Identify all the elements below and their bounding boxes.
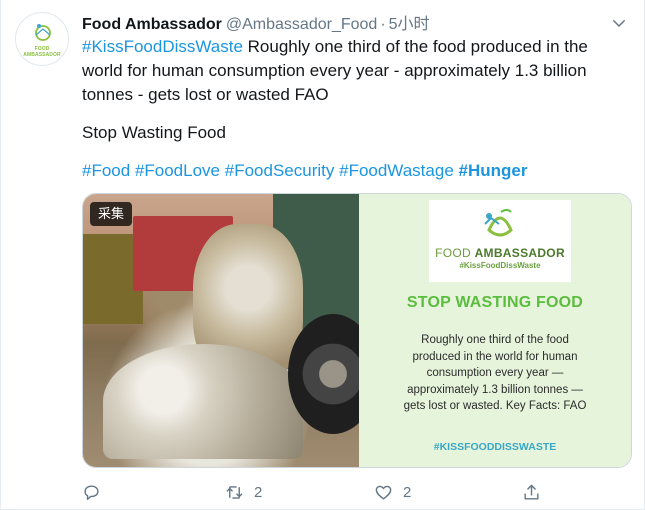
hashtag-link[interactable]: #KissFoodDissWaste	[82, 37, 243, 56]
heart-icon	[375, 485, 392, 500]
share-icon	[524, 484, 539, 500]
card-logo: FOOD AMBASSADOR #KissFoodDissWaste	[429, 200, 571, 282]
like-button[interactable]: 2	[374, 481, 411, 503]
card-brand-name: FOOD AMBASSADOR	[429, 246, 571, 260]
hashtag-link[interactable]: #FoodLove	[135, 161, 220, 180]
reply-icon	[84, 484, 99, 500]
card-title: STOP WASTING FOOD	[406, 294, 584, 311]
user-handle[interactable]: @Ambassador_Food	[226, 16, 377, 33]
tweet-actions: 2 2	[82, 481, 552, 503]
tweet-timestamp[interactable]: 5小时	[389, 16, 430, 33]
retweet-count: 2	[254, 483, 263, 501]
info-card[interactable]: FOOD AMBASSADOR #KissFoodDissWaste STOP …	[359, 194, 631, 467]
avatar-logo-icon	[35, 24, 51, 41]
food-ambassador-logo-icon	[484, 209, 513, 237]
like-count: 2	[403, 483, 412, 501]
retweet-button[interactable]: 2	[225, 481, 262, 503]
hashtag-link[interactable]: #Hunger	[459, 161, 528, 180]
hashtag-link[interactable]: #FoodWastage	[339, 161, 454, 180]
tweet-paragraph-second: Stop Wasting Food	[82, 123, 226, 142]
share-button[interactable]	[522, 481, 551, 503]
avatar-brand-text: FOOD AMBASSADOR	[23, 46, 61, 58]
card-brand-light: FOOD	[435, 246, 475, 260]
hashtag-link[interactable]: #FoodSecurity	[225, 161, 335, 180]
tweet-text: #KissFoodDissWaste Roughly one third of …	[82, 35, 627, 197]
display-name[interactable]: Food Ambassador	[82, 16, 222, 33]
reply-button[interactable]	[82, 481, 111, 503]
tweet-media[interactable]: 采集 FOOD AMBASSADOR #KissFoodDissWaste ST…	[82, 193, 632, 468]
card-brand-hashtag: #KissFoodDissWaste	[459, 261, 541, 270]
card-brand-bold: AMBASSADOR	[474, 246, 565, 260]
chevron-down-icon[interactable]	[610, 14, 628, 32]
tweet-paragraph-main: #KissFoodDissWaste Roughly one third of …	[82, 35, 627, 107]
photo-collect-tag[interactable]: 采集	[90, 202, 133, 226]
avatar[interactable]: FOOD AMBASSADOR	[15, 12, 69, 66]
card-body: Roughly one third of the food produced i…	[403, 334, 587, 412]
photo-waste-pile	[103, 344, 303, 459]
separator-dot: ·	[380, 16, 386, 33]
tweet[interactable]: FOOD AMBASSADOR Food Ambassador @Ambassad…	[0, 0, 645, 510]
waste-truck-photo[interactable]: 采集	[83, 194, 378, 467]
retweet-icon	[226, 485, 243, 499]
card-hashtag: #KISSFOODDISSWASTE	[433, 441, 557, 453]
tweet-header: Food Ambassador @Ambassador_Food · 5小时	[82, 14, 614, 36]
tweet-hashtags: #Food #FoodLove #FoodSecurity #FoodWasta…	[82, 159, 627, 183]
hashtag-link[interactable]: #Food	[82, 161, 130, 180]
